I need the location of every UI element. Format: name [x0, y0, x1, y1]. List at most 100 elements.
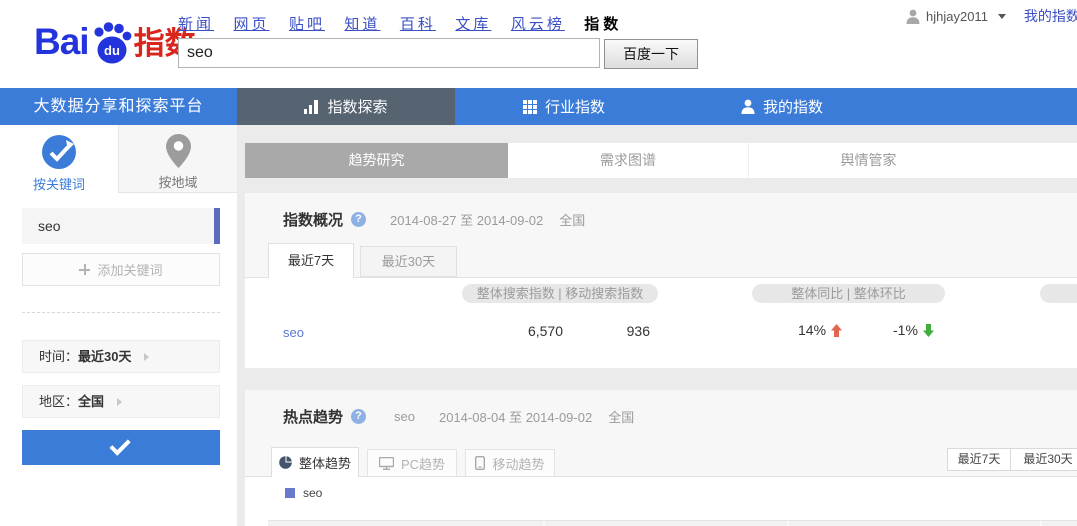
nav-item-industry-index[interactable]: 行业指数 — [455, 88, 673, 125]
mobile-search-index-value: 936 — [595, 323, 650, 339]
legend-label: seo — [303, 486, 322, 500]
trend-tab-label: 整体趋势 — [299, 453, 351, 472]
compare-column-header: 整体同比 | 整体环比 — [752, 284, 945, 303]
my-index-link[interactable]: 我的指数 — [1024, 6, 1077, 26]
keyword-edit-icon — [41, 134, 77, 170]
tab-mobile-trend[interactable]: 移动趋势 — [465, 449, 555, 477]
panel-title: 指数概况 — [283, 209, 343, 230]
chevron-right-icon — [144, 353, 149, 361]
tab-trend-research[interactable]: 趋势研究 — [245, 143, 508, 178]
tab-pc-trend[interactable]: PC趋势 — [367, 449, 457, 477]
cropped-column-header — [1040, 284, 1077, 303]
svg-text:du: du — [104, 43, 120, 58]
chevron-right-icon — [117, 398, 122, 406]
nav-link-baike[interactable]: 百科 — [400, 16, 436, 33]
nav-link-news[interactable]: 新闻 — [178, 16, 214, 33]
person-icon — [741, 99, 755, 114]
chart-legend: seo — [285, 486, 322, 500]
baidu-search-button[interactable]: 百度一下 — [604, 39, 698, 69]
yoy-value: 14% — [798, 322, 826, 338]
sidebar-tab-by-region[interactable]: 按地域 — [118, 125, 237, 193]
hot-trend-panel: 热点趋势 ? seo 2014-08-04 至 2014-09-02 全国 整体… — [245, 390, 1077, 526]
mom-value: -1% — [893, 322, 918, 338]
platform-slogan: 大数据分享和探索平台 — [0, 88, 237, 125]
keyword-label: seo — [22, 218, 61, 234]
nav-item-label: 行业指数 — [545, 96, 605, 117]
monitor-icon — [379, 457, 394, 470]
nav-item-label: 我的指数 — [763, 96, 823, 117]
bar-chart-icon — [304, 100, 319, 114]
tab-overall-trend[interactable]: 整体趋势 — [271, 447, 359, 477]
trend-keyword: seo — [394, 409, 415, 424]
plus-icon — [79, 264, 90, 275]
panel-title: 热点趋势 — [283, 406, 343, 427]
help-icon[interactable]: ? — [351, 212, 366, 227]
trend-last-7-days-button[interactable]: 最近7天 — [947, 448, 1011, 471]
search-input[interactable] — [178, 38, 600, 68]
add-keyword-button[interactable]: 添加关键词 — [22, 253, 220, 286]
tab-demand-map[interactable]: 需求图谱 — [508, 143, 748, 178]
index-overview-panel: 指数概况 ? 2014-08-27 至 2014-09-02 全国 最近7天 最… — [245, 193, 1077, 368]
main-content: 趋势研究 需求图谱 舆情管家 指数概况 ? 2014-08-27 至 2014-… — [237, 125, 1077, 526]
trend-last-30-days-button[interactable]: 最近30天 — [1010, 448, 1077, 471]
chart-area-top-strip — [268, 520, 1077, 526]
row-keyword-link[interactable]: seo — [283, 325, 304, 340]
sidebar-tab-by-keyword[interactable]: 按关键词 — [0, 125, 118, 193]
yoy-change: 14% — [798, 322, 842, 338]
check-icon — [109, 434, 130, 455]
nav-link-fengyunbang[interactable]: 风云榜 — [511, 16, 565, 33]
add-keyword-label: 添加关键词 — [97, 260, 162, 279]
tab-last-7-days[interactable]: 最近7天 — [268, 243, 354, 278]
baidu-index-logo[interactable]: Bai du 指数 — [34, 20, 196, 64]
region-filter[interactable]: 地区：全国 — [22, 385, 220, 418]
chart-strip-divider — [1040, 521, 1042, 526]
time-filter[interactable]: 时间：最近30天 — [22, 340, 220, 373]
user-area: hjhjay2011 我的指数 — [906, 6, 1077, 26]
trend-tab-label: PC趋势 — [401, 454, 445, 473]
region-filter-label: 地区： — [39, 394, 78, 409]
index-overview-title-row: 指数概况 ? 2014-08-27 至 2014-09-02 全国 — [245, 193, 1077, 230]
nav-item-label: 指数探索 — [327, 96, 387, 117]
nav-current-zhishu: 指数 — [584, 16, 622, 33]
keyword-accent-bar — [214, 208, 220, 244]
location-pin-icon — [166, 134, 191, 168]
sidebar-tab-label: 按地域 — [158, 172, 197, 191]
research-tabs: 趋势研究 需求图谱 舆情管家 — [245, 143, 1077, 178]
region-label: 全国 — [608, 407, 634, 426]
nav-item-my-index[interactable]: 我的指数 — [673, 88, 891, 125]
region-label: 全国 — [559, 210, 585, 229]
nav-link-web[interactable]: 网页 — [233, 16, 269, 33]
sidebar-tab-label: 按关键词 — [33, 174, 85, 193]
username[interactable]: hjhjay2011 — [926, 9, 988, 24]
tab-sentiment-manager[interactable]: 舆情管家 — [748, 143, 988, 178]
top-nav-links: 新闻 网页 贴吧 知道 百科 文库 风云榜 指数 — [178, 13, 622, 33]
date-range: 2014-08-04 至 2014-09-02 — [439, 407, 592, 426]
mom-change: -1% — [893, 322, 934, 338]
legend-color-swatch — [285, 488, 295, 498]
keyword-list-item[interactable]: seo — [22, 208, 220, 244]
nav-link-tieba[interactable]: 贴吧 — [289, 16, 325, 33]
date-range: 2014-08-27 至 2014-09-02 — [390, 210, 543, 229]
logo-bai-text: Bai — [34, 20, 89, 64]
baidu-paw-icon: du — [90, 22, 132, 66]
nav-link-wenku[interactable]: 文库 — [455, 16, 491, 33]
chart-strip-divider — [543, 521, 545, 526]
tab-last-30-days[interactable]: 最近30天 — [360, 246, 457, 277]
chevron-down-icon[interactable] — [998, 14, 1006, 19]
top-header: Bai du 指数 新闻 网页 贴吧 知道 百科 文库 风云榜 指数 百度一下 — [0, 0, 1077, 88]
nav-link-zhidao[interactable]: 知道 — [344, 16, 380, 33]
trend-range-buttons: 最近7天 最近30天 — [947, 448, 1077, 471]
time-filter-value: 最近30天 — [78, 349, 131, 364]
main-nav-bar: 大数据分享和探索平台 指数探索 行业指数 我的指数 — [0, 88, 1077, 125]
apply-button[interactable] — [22, 430, 220, 465]
sidebar-divider — [22, 312, 220, 313]
search-index-column-header: 整体搜索指数 | 移动搜索指数 — [462, 284, 658, 303]
trend-tab-label: 移动趋势 — [492, 454, 544, 473]
pie-chart-icon — [279, 456, 292, 469]
time-filter-label: 时间： — [39, 349, 78, 364]
sidebar-tabs: 按关键词 按地域 — [0, 125, 237, 193]
sidebar: 按关键词 按地域 seo 添加关键词 时间：最近30天 地区：全国 — [0, 125, 237, 526]
baidu-index-page: Bai du 指数 新闻 网页 贴吧 知道 百科 文库 风云榜 指数 百度一下 — [0, 0, 1077, 526]
help-icon[interactable]: ? — [351, 409, 366, 424]
nav-item-index-explore[interactable]: 指数探索 — [237, 88, 455, 125]
